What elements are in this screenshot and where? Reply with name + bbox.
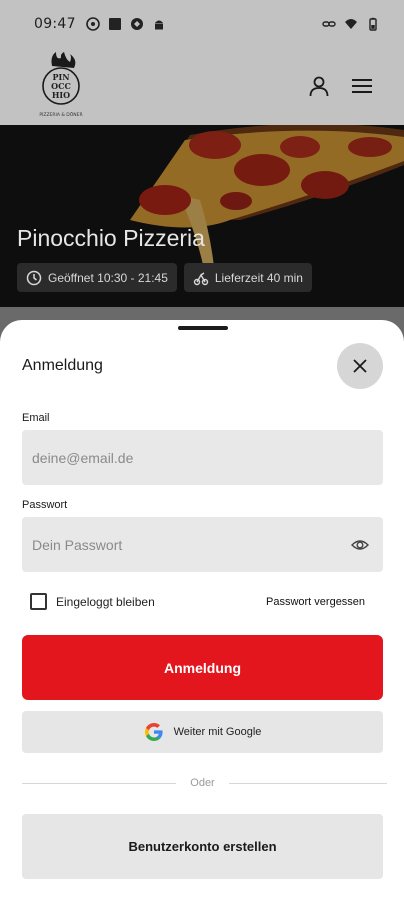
menu-icon: [352, 79, 372, 93]
divider-text: Oder: [190, 777, 215, 789]
android-icon: [154, 20, 163, 30]
link-icon: [322, 21, 336, 27]
sheet-drag-handle[interactable]: [178, 326, 228, 330]
app-bar: PIN OCC HIO PIZZERIA & DÖNER: [0, 48, 404, 125]
remember-checkbox[interactable]: [30, 593, 47, 610]
delivery-icon: [193, 271, 209, 285]
close-icon: [353, 359, 367, 373]
delivery-time-text: Lieferzeit 40 min: [214, 270, 303, 285]
email-label: Email: [22, 412, 50, 424]
restaurant-hero: Pinocchio Pizzeria Geöffnet 10:30 - 21:4…: [0, 125, 404, 307]
square-icon: [108, 18, 121, 30]
email-field[interactable]: [22, 430, 383, 485]
eye-icon: [351, 540, 369, 550]
sheet-title: Anmeldung: [22, 357, 103, 374]
pinocchio-logo: PIN OCC HIO PIZZERIA & DÖNER: [39, 52, 83, 118]
opening-hours-text: Geöffnet 10:30 - 21:45: [48, 270, 168, 285]
battery-icon: [369, 17, 377, 31]
login-button[interactable]: Anmeldung: [22, 635, 383, 700]
close-button[interactable]: [337, 343, 383, 389]
delivery-time-chip: Lieferzeit 40 min: [183, 263, 312, 292]
opening-hours-chip: Geöffnet 10:30 - 21:45: [17, 263, 177, 292]
login-sheet: Anmeldung Email Passwort Eingeloggt blei…: [0, 320, 404, 900]
svg-text:PIZZERIA & DÖNER: PIZZERIA & DÖNER: [39, 111, 82, 118]
steam-icon: [86, 17, 100, 31]
svg-text:HIO: HIO: [52, 90, 70, 100]
clock-icon: [26, 270, 42, 285]
divider-left: [22, 783, 176, 784]
google-icon: [144, 723, 163, 741]
restaurant-name: Pinocchio Pizzeria: [17, 225, 205, 251]
sync-icon: [130, 18, 143, 30]
user-icon: [309, 76, 329, 97]
menu-button[interactable]: [348, 72, 376, 100]
divider-right: [229, 783, 387, 784]
remember-label: Eingeloggt bleiben: [56, 594, 155, 609]
user-account-button[interactable]: [305, 72, 333, 100]
status-time: 09:47: [34, 16, 76, 32]
forgot-password-link[interactable]: Passwort vergessen: [266, 596, 365, 608]
status-bar: 09:47: [0, 0, 404, 48]
password-label: Passwort: [22, 499, 68, 511]
google-button-label: Weiter mit Google: [173, 726, 262, 738]
password-field[interactable]: [22, 517, 383, 572]
google-login-button[interactable]: Weiter mit Google: [22, 711, 383, 753]
create-account-button[interactable]: Benutzerkonto erstellen: [22, 814, 383, 879]
toggle-password-visibility[interactable]: [349, 534, 371, 556]
remember-me[interactable]: Eingeloggt bleiben: [30, 593, 155, 610]
wifi-icon: [345, 19, 357, 29]
